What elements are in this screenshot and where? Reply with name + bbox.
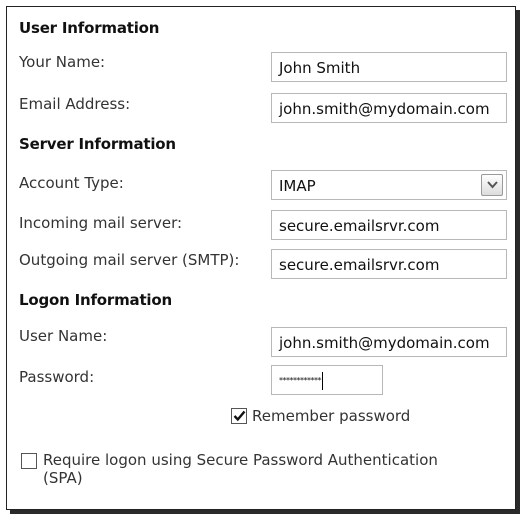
email-address-label: Email Address: xyxy=(19,95,131,113)
require-spa-checkbox[interactable] xyxy=(21,453,37,469)
password-label: Password: xyxy=(19,368,95,386)
outgoing-mail-server-label: Outgoing mail server (SMTP): xyxy=(19,251,240,269)
password-field[interactable]: ************ xyxy=(271,365,383,395)
your-name-label: Your Name: xyxy=(19,53,106,71)
user-name-value: john.smith@mydomain.com xyxy=(279,334,490,352)
incoming-mail-server-label: Incoming mail server: xyxy=(19,214,183,232)
user-information-heading: User Information xyxy=(19,19,160,37)
remember-password-checkbox[interactable] xyxy=(231,408,247,424)
remember-password-label: Remember password xyxy=(252,407,411,425)
user-name-field[interactable]: john.smith@mydomain.com xyxy=(271,327,507,357)
chevron-down-icon xyxy=(487,181,498,189)
account-type-label: Account Type: xyxy=(19,174,124,192)
checkmark-icon xyxy=(233,410,246,422)
your-name-value: John Smith xyxy=(279,59,361,77)
require-spa-label-line2: (SPA) xyxy=(43,469,83,487)
account-type-select[interactable]: IMAP xyxy=(271,170,507,200)
password-value: ************ xyxy=(279,376,322,385)
dropdown-button[interactable] xyxy=(481,174,503,196)
require-spa-label: Require logon using Secure Password Auth… xyxy=(43,451,438,487)
text-cursor xyxy=(322,371,323,390)
outgoing-mail-server-value: secure.emailsrvr.com xyxy=(279,256,440,274)
your-name-field[interactable]: John Smith xyxy=(271,52,507,82)
user-name-label: User Name: xyxy=(19,327,108,345)
require-spa-label-line1: Require logon using Secure Password Auth… xyxy=(43,451,438,469)
email-address-value: john.smith@mydomain.com xyxy=(279,100,490,118)
account-type-value: IMAP xyxy=(279,177,316,195)
incoming-mail-server-field[interactable]: secure.emailsrvr.com xyxy=(271,210,507,240)
account-settings-panel: User Information Your Name: John Smith E… xyxy=(6,6,516,510)
email-address-field[interactable]: john.smith@mydomain.com xyxy=(271,93,507,123)
server-information-heading: Server Information xyxy=(19,135,176,153)
logon-information-heading: Logon Information xyxy=(19,291,172,309)
incoming-mail-server-value: secure.emailsrvr.com xyxy=(279,217,440,235)
outgoing-mail-server-field[interactable]: secure.emailsrvr.com xyxy=(271,249,507,279)
